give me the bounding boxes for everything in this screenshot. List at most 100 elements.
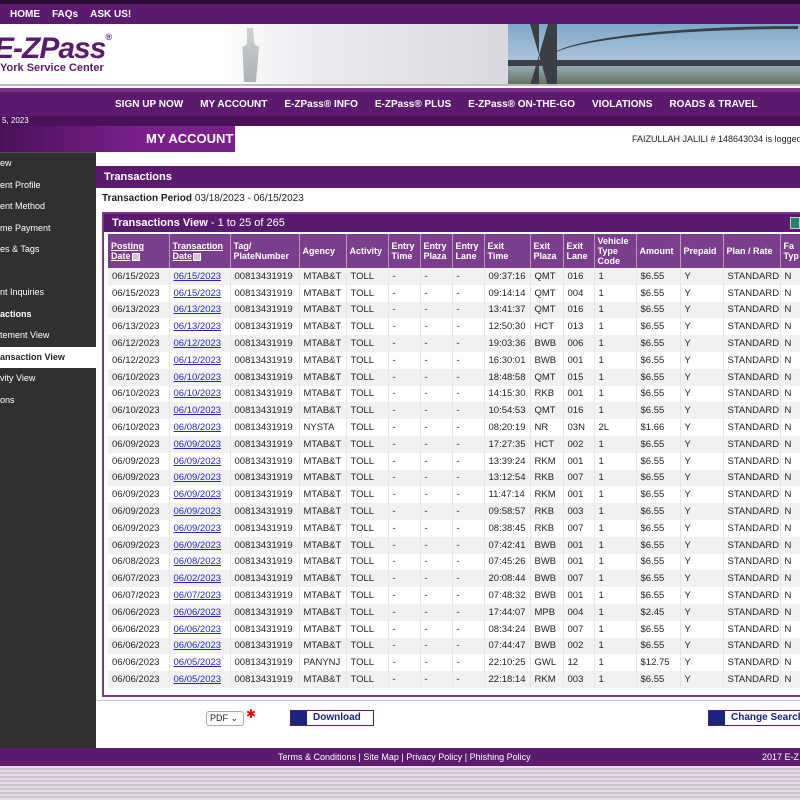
- ezpass-logo[interactable]: E-ZPass®: [0, 32, 112, 66]
- table-cell[interactable]: 06/10/2023: [169, 402, 231, 420]
- format-select[interactable]: PDF ⌄: [206, 711, 244, 726]
- table-cell[interactable]: 06/09/2023: [169, 486, 231, 504]
- table-cell: 08:34:24: [484, 620, 531, 638]
- table-cell: MTAB&T: [299, 503, 347, 520]
- table-row: 06/07/2023 06/02/2023 00813431919 MTAB&T TOL…: [108, 570, 800, 588]
- table-cell[interactable]: 06/09/2023: [169, 536, 231, 554]
- col-agency: Agency: [299, 234, 347, 268]
- table-cell: -: [452, 519, 485, 537]
- table-cell[interactable]: 06/05/2023: [169, 654, 231, 672]
- table-cell: 06/13/2023: [108, 301, 170, 319]
- table-cell[interactable]: 06/02/2023: [169, 570, 231, 588]
- table-cell[interactable]: 06/05/2023: [169, 671, 231, 688]
- nav-ezpass-on-the-go[interactable]: E-ZPass® ON-THE-GO: [468, 99, 575, 110]
- table-cell[interactable]: 06/12/2023: [169, 335, 231, 352]
- table-cell: Y: [680, 419, 724, 436]
- table-cell[interactable]: 06/06/2023: [169, 603, 231, 621]
- nav-roads-travel[interactable]: ROADS & TRAVEL: [669, 99, 757, 110]
- footer-links[interactable]: Terms & Conditions | Site Map | Privacy …: [278, 748, 531, 766]
- table-cell: -: [420, 419, 453, 436]
- sidebar-item-options[interactable]: ons: [0, 390, 96, 412]
- table-cell: 06/15/2023: [108, 284, 170, 302]
- sidebar-item-one-time-payment[interactable]: me Payment: [0, 218, 96, 240]
- nav-violations[interactable]: VIOLATIONS: [592, 99, 652, 110]
- sidebar-item-account-profile[interactable]: ent Profile: [0, 175, 96, 197]
- table-cell[interactable]: 06/10/2023: [169, 368, 231, 386]
- table-cell: Y: [680, 519, 724, 537]
- table-cell: -: [388, 268, 421, 285]
- col-entry-lane: Entry Lane: [452, 234, 485, 268]
- col-transaction-date[interactable]: Transaction Date: [169, 234, 231, 268]
- table-cell: 00813431919: [230, 536, 300, 554]
- col-posting-date[interactable]: Posting Date: [108, 234, 170, 268]
- sidebar-item-transaction-view[interactable]: ansaction View: [0, 346, 96, 368]
- col-entry-plaza: Entry Plaza: [420, 234, 453, 268]
- table-cell: 06/07/2023: [108, 570, 170, 588]
- sidebar-item-statement-view[interactable]: tement View: [0, 325, 96, 347]
- table-cell: N: [780, 637, 800, 655]
- page-bottom-stripes: [0, 766, 800, 800]
- table-cell[interactable]: 06/08/2023: [169, 419, 231, 436]
- table-cell: 06/09/2023: [108, 486, 170, 504]
- table-cell[interactable]: 06/06/2023: [169, 637, 231, 655]
- table-cell[interactable]: 06/06/2023: [169, 620, 231, 638]
- table-cell: -: [420, 570, 453, 588]
- excel-export-icon[interactable]: [790, 217, 800, 229]
- table-cell: GWL: [530, 654, 564, 672]
- table-cell: 00813431919: [230, 503, 300, 520]
- table-cell[interactable]: 06/09/2023: [169, 503, 231, 520]
- table-cell[interactable]: 06/09/2023: [169, 469, 231, 487]
- nav-sign-up-now[interactable]: SIGN UP NOW: [115, 99, 183, 110]
- sidebar-item-transactions[interactable]: actions: [0, 304, 96, 326]
- nav-my-account[interactable]: MY ACCOUNT: [200, 99, 267, 110]
- transactions-view-header: Transactions View - 1 to 25 of 265: [104, 214, 800, 232]
- table-cell[interactable]: 06/09/2023: [169, 519, 231, 537]
- download-button[interactable]: Download: [290, 710, 374, 726]
- table-cell: -: [452, 671, 485, 688]
- table-cell: TOLL: [346, 452, 389, 470]
- nav-ezpass-info[interactable]: E-ZPass® INFO: [284, 99, 358, 110]
- table-cell: TOLL: [346, 301, 389, 319]
- sort-icon[interactable]: [131, 252, 140, 261]
- table-cell: 00813431919: [230, 603, 300, 621]
- table-cell: 00813431919: [230, 419, 300, 436]
- table-cell: Y: [680, 486, 724, 504]
- ask-us-link[interactable]: ASK US!: [90, 9, 131, 20]
- table-cell[interactable]: 06/09/2023: [169, 435, 231, 453]
- table-cell[interactable]: 06/13/2023: [169, 301, 231, 319]
- nav-ezpass-plus[interactable]: E-ZPass® PLUS: [375, 99, 451, 110]
- table-cell: $6.55: [636, 301, 681, 319]
- table-cell[interactable]: 06/07/2023: [169, 587, 231, 604]
- change-search-button[interactable]: Change Search: [708, 710, 800, 726]
- table-cell: STANDARD: [723, 419, 781, 436]
- table-cell: -: [420, 318, 453, 336]
- sidebar-item-activity-view[interactable]: vity View: [0, 368, 96, 390]
- table-cell: MTAB&T: [299, 368, 347, 386]
- table-cell[interactable]: 06/15/2023: [169, 284, 231, 302]
- table-cell: N: [780, 587, 800, 604]
- sidebar-item-vehicles-tags[interactable]: es & Tags: [0, 239, 96, 261]
- home-link[interactable]: HOME: [10, 9, 40, 20]
- sort-icon[interactable]: [193, 252, 202, 261]
- table-cell: MTAB&T: [299, 301, 347, 319]
- sidebar-item-payment-method[interactable]: ent Method: [0, 196, 96, 218]
- faqs-link[interactable]: FAQs: [52, 9, 78, 20]
- table-row: 06/06/2023 06/05/2023 00813431919 PANYNJ TOL…: [108, 654, 800, 672]
- table-cell[interactable]: 06/09/2023: [169, 452, 231, 470]
- table-row: 06/09/2023 06/09/2023 00813431919 MTAB&T TOL…: [108, 435, 800, 453]
- sidebar-item-account-inquiries[interactable]: nt Inquiries: [0, 282, 96, 304]
- table-cell[interactable]: 06/10/2023: [169, 385, 231, 403]
- sidebar-item-overview[interactable]: ew: [0, 153, 96, 175]
- table-cell: 007: [563, 570, 595, 588]
- table-cell[interactable]: 06/15/2023: [169, 268, 231, 285]
- table-cell: Y: [680, 654, 724, 672]
- table-cell: 1: [594, 452, 637, 470]
- table-cell: MTAB&T: [299, 671, 347, 688]
- table-cell[interactable]: 06/08/2023: [169, 553, 231, 571]
- table-cell[interactable]: 06/12/2023: [169, 351, 231, 369]
- table-cell: -: [420, 553, 453, 571]
- table-cell: 004: [563, 603, 595, 621]
- table-cell: Y: [680, 503, 724, 520]
- table-cell[interactable]: 06/13/2023: [169, 318, 231, 336]
- table-cell: 06/08/2023: [108, 553, 170, 571]
